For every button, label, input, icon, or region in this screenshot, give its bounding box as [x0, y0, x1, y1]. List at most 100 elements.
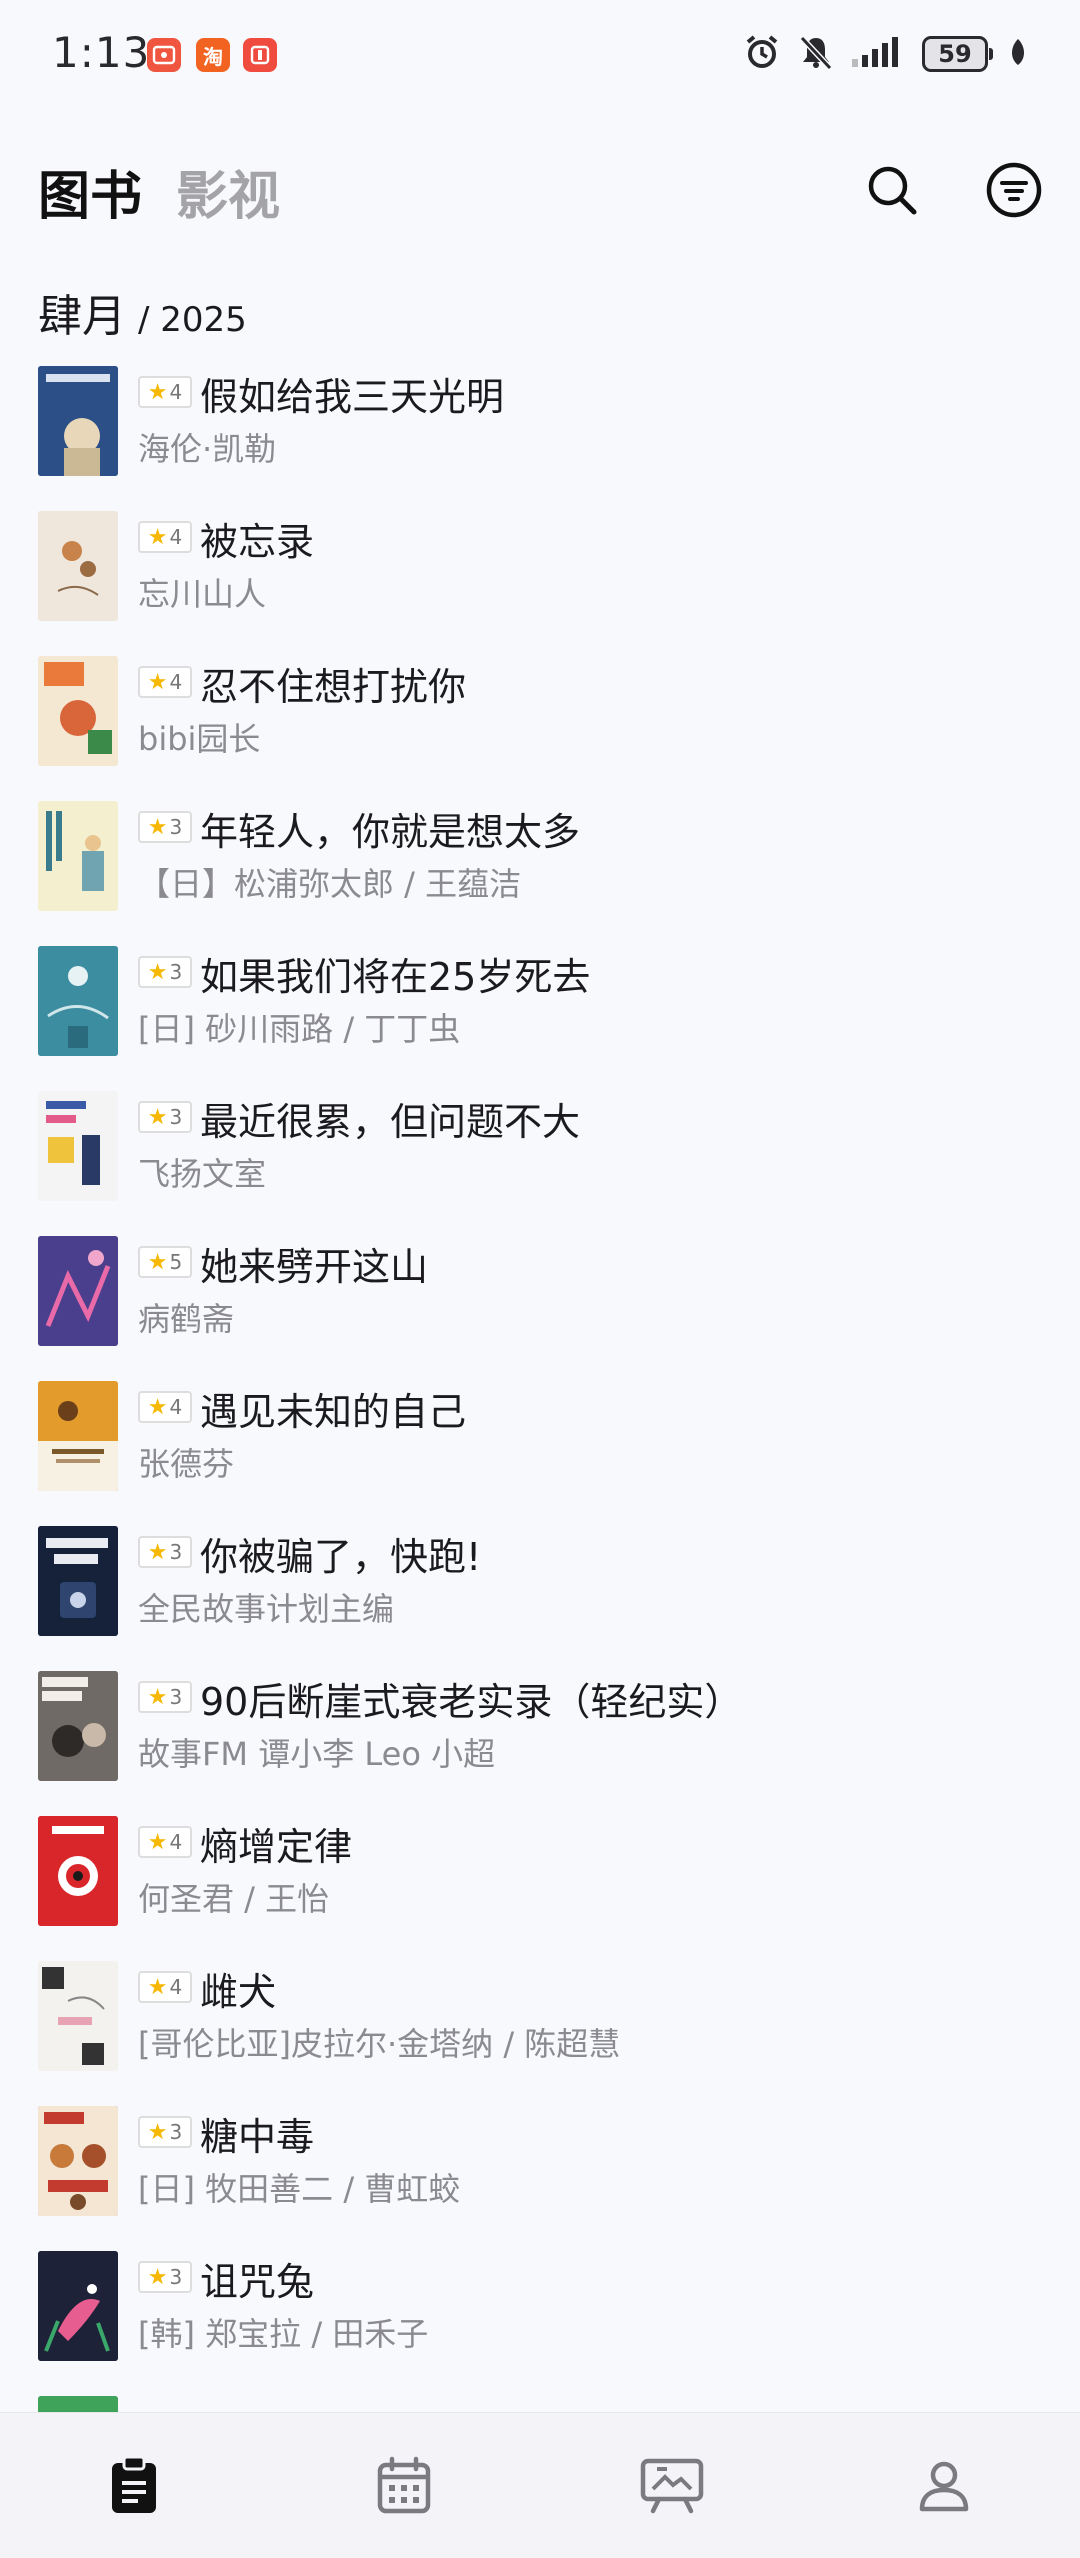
month-year: / 2025 — [138, 300, 247, 340]
book-item[interactable]: ★ 4 被忘录 忘川山人 — [0, 507, 1080, 652]
book-cover — [38, 801, 118, 911]
rating-badge: ★ 4 — [138, 666, 192, 698]
rating-badge: ★ 3 — [138, 956, 192, 988]
rating-value: 4 — [169, 380, 183, 404]
star-icon: ★ — [147, 2264, 168, 2290]
nav-calendar-icon[interactable] — [368, 2449, 440, 2521]
rating-badge: ★ 4 — [138, 1826, 192, 1858]
book-cover — [38, 2106, 118, 2216]
taobao-icon: 淘 — [196, 38, 230, 72]
book-author: [日] 牧田善二 / 曹虹蛟 — [138, 2170, 461, 2208]
star-icon: ★ — [147, 669, 168, 695]
app-notification-icon — [147, 38, 181, 72]
rating-badge: ★ 5 — [138, 1246, 192, 1278]
book-item[interactable]: ★ 3 你被骗了，快跑! 全民故事计划主编 — [0, 1522, 1080, 1667]
book-item[interactable]: ★ 4 假如给我三天光明 海伦·凯勒 — [0, 362, 1080, 507]
star-icon: ★ — [147, 1684, 168, 1710]
book-item[interactable]: ★ 3 如果我们将在25岁死去 [日] 砂川雨路 / 丁丁虫 — [0, 942, 1080, 1087]
alarm-icon — [742, 32, 782, 76]
book-title: 熵增定律 — [200, 1825, 353, 1869]
book-author: 海伦·凯勒 — [138, 430, 277, 468]
rating-badge: ★ 3 — [138, 1536, 192, 1568]
battery-indicator: 59 — [922, 36, 993, 72]
rating-badge: ★ 3 — [138, 1681, 192, 1713]
book-author: 何圣君 / 王怡 — [138, 1880, 330, 1918]
rating-badge: ★ 3 — [138, 1101, 192, 1133]
rating-value: 3 — [169, 2120, 183, 2144]
book-item[interactable]: ★ 4 雌犬 [哥伦比亚]皮拉尔·金塔纳 / 陈超慧 — [0, 1957, 1080, 2102]
book-title: 忍不住想打扰你 — [200, 665, 467, 709]
nav-films-icon[interactable] — [636, 2449, 708, 2521]
book-author: [日] 砂川雨路 / 丁丁虫 — [138, 1010, 461, 1048]
star-icon: ★ — [147, 379, 168, 405]
book-cover — [38, 1816, 118, 1926]
book-item[interactable]: ★ 4 熵增定律 何圣君 / 王怡 — [0, 1812, 1080, 1957]
rating-value: 4 — [169, 1830, 183, 1854]
star-icon: ★ — [147, 1394, 168, 1420]
book-cover — [38, 366, 118, 476]
nav-books-icon[interactable] — [98, 2449, 170, 2521]
book-author: [韩] 郑宝拉 / 田禾子 — [138, 2315, 429, 2353]
star-icon: ★ — [147, 1829, 168, 1855]
tab-films[interactable]: 影视 — [176, 154, 280, 229]
month-heading: 肆月 / 2025 — [38, 280, 247, 344]
book-item[interactable]: ★ 3 年轻人，你就是想太多 【日】松浦弥太郎 / 王蕴洁 — [0, 797, 1080, 942]
search-icon[interactable] — [860, 158, 924, 222]
rating-badge: ★ 4 — [138, 1391, 192, 1423]
book-title: 最近很累，但问题不大 — [200, 1100, 581, 1144]
book-cover — [38, 2251, 118, 2361]
book-title: 你被骗了，快跑! — [200, 1535, 482, 1579]
signal-icon — [850, 35, 908, 73]
book-cover — [38, 1526, 118, 1636]
rating-badge: ★ 4 — [138, 1971, 192, 2003]
rating-value: 3 — [169, 1540, 183, 1564]
book-item[interactable]: ★ 5 她来劈开这山 病鹤斋 — [0, 1232, 1080, 1377]
book-cover — [38, 511, 118, 621]
rating-badge: ★ 3 — [138, 2261, 192, 2293]
book-title: 诅咒兔 — [200, 2260, 315, 2304]
book-author: 【日】松浦弥太郎 / 王蕴洁 — [138, 865, 522, 903]
book-author: 病鹤斋 — [138, 1300, 235, 1338]
book-item[interactable]: ★ 4 忍不住想打扰你 bibi园长 — [0, 652, 1080, 797]
star-icon: ★ — [147, 1539, 168, 1565]
status-icons: 59 — [742, 32, 1028, 76]
book-author: [哥伦比亚]皮拉尔·金塔纳 / 陈超慧 — [138, 2025, 621, 2063]
book-cover — [38, 656, 118, 766]
book-title: 糖中毒 — [200, 2115, 315, 2159]
book-title: 如果我们将在25岁死去 — [200, 955, 591, 999]
book-author: bibi园长 — [138, 720, 261, 758]
leaf-icon — [1008, 37, 1028, 71]
status-time: 1:13 — [52, 28, 151, 77]
mute-icon — [796, 32, 836, 76]
star-icon: ★ — [147, 814, 168, 840]
star-icon: ★ — [147, 1104, 168, 1130]
rating-value: 3 — [169, 815, 183, 839]
book-author: 张德芬 — [138, 1445, 235, 1483]
book-cover — [38, 1961, 118, 2071]
book-item[interactable]: ★ 3 90后断崖式衰老实录（轻纪实） 故事FM 谭小李 Leo 小超 — [0, 1667, 1080, 1812]
top-app-bar: 图书 影视 — [0, 140, 1080, 240]
bottom-navigation — [0, 2412, 1080, 2558]
filter-icon[interactable] — [982, 158, 1046, 222]
star-icon: ★ — [147, 1249, 168, 1275]
book-item[interactable]: ★ 3 诅咒兔 [韩] 郑宝拉 / 田禾子 — [0, 2247, 1080, 2392]
book-item[interactable]: ★ 3 最近很累，但问题不大 飞扬文室 — [0, 1087, 1080, 1232]
rating-value: 4 — [169, 1975, 183, 1999]
book-author: 故事FM 谭小李 Leo 小超 — [138, 1735, 496, 1773]
book-title: 假如给我三天光明 — [200, 375, 505, 419]
rating-value: 3 — [169, 1105, 183, 1129]
book-item[interactable]: ★ 4 遇见未知的自己 张德芬 — [0, 1377, 1080, 1522]
book-cover — [38, 1091, 118, 1201]
nav-profile-icon[interactable] — [908, 2449, 980, 2521]
rating-badge: ★ 3 — [138, 2116, 192, 2148]
star-icon: ★ — [147, 959, 168, 985]
book-author: 飞扬文室 — [138, 1155, 267, 1193]
rating-value: 3 — [169, 1685, 183, 1709]
book-item[interactable]: ★ 3 糖中毒 [日] 牧田善二 / 曹虹蛟 — [0, 2102, 1080, 2247]
book-title: 遇见未知的自己 — [200, 1390, 467, 1434]
rating-badge: ★ 4 — [138, 521, 192, 553]
book-cover — [38, 1236, 118, 1346]
tab-books[interactable]: 图书 — [38, 154, 142, 229]
book-title: 她来劈开这山 — [200, 1245, 429, 1289]
book-title: 雌犬 — [200, 1970, 277, 2014]
